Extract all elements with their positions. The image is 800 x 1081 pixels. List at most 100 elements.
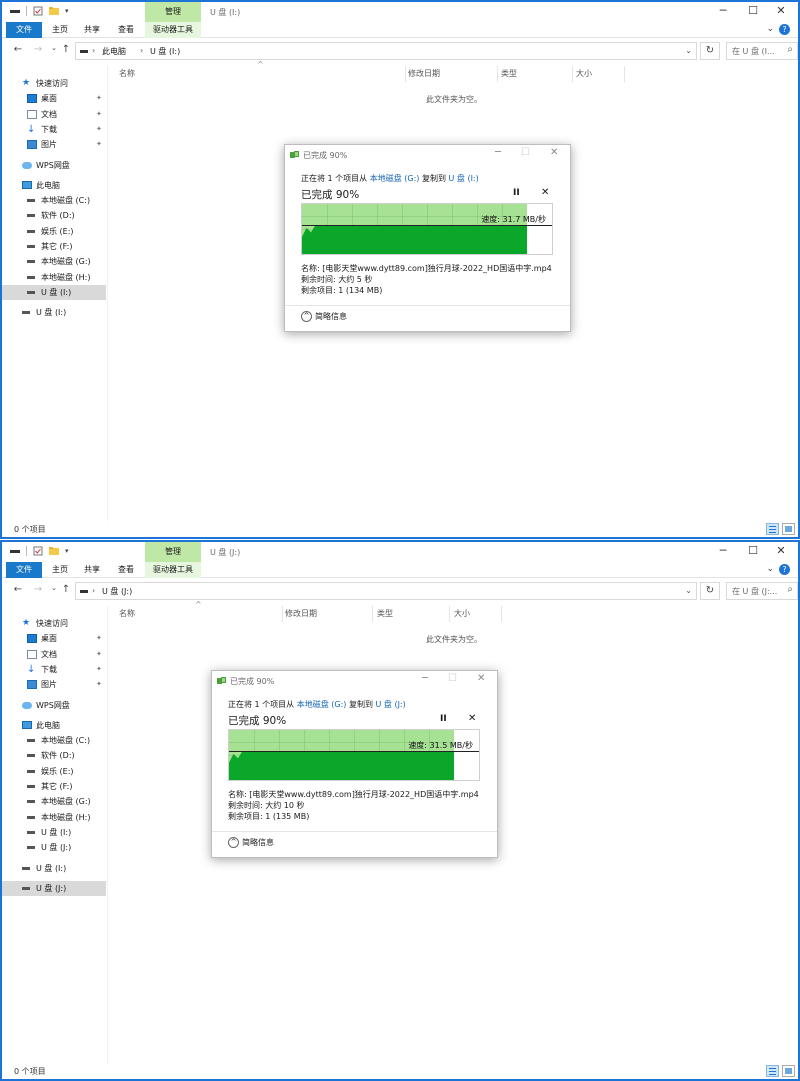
- column-header[interactable]: 名称: [119, 606, 135, 622]
- dialog-minimize-icon[interactable]: ─: [422, 673, 428, 684]
- sidebar-item[interactable]: 本地磁盘 (C:): [2, 733, 106, 748]
- column-header[interactable]: 类型: [501, 66, 517, 82]
- column-header[interactable]: 大小: [454, 606, 470, 622]
- destination-link[interactable]: U 盘 (J:): [376, 700, 406, 709]
- search-input[interactable]: 在 U 盘 (I... ⌕: [726, 42, 798, 60]
- help-icon[interactable]: ?: [779, 564, 790, 575]
- sidebar-item[interactable]: 桌面 ✦: [2, 91, 106, 106]
- breadcrumb-chevron-icon[interactable]: ›: [92, 46, 95, 55]
- sidebar-item[interactable]: 其它 (F:): [2, 239, 106, 254]
- column-divider[interactable]: [572, 66, 573, 82]
- sidebar-item[interactable]: 本地磁盘 (H:): [2, 270, 106, 285]
- column-header[interactable]: 修改日期: [285, 606, 317, 622]
- sidebar-item[interactable]: U 盘 (I:): [2, 284, 106, 300]
- source-link[interactable]: 本地磁盘 (G:): [370, 174, 420, 183]
- address-bar[interactable]: › 此电脑 › U 盘 (I:) ⌄: [75, 42, 697, 60]
- back-arrow-icon[interactable]: ←: [12, 584, 24, 595]
- sidebar-item[interactable]: ↓ 下载 ✦: [2, 122, 106, 137]
- sidebar-item[interactable]: 软件 (D:): [2, 208, 106, 223]
- sidebar-item[interactable]: 此电脑: [2, 718, 106, 733]
- drive-icon[interactable]: [10, 6, 20, 16]
- breadcrumb-current[interactable]: U 盘 (J:): [102, 586, 132, 597]
- dialog-close-icon[interactable]: ✕: [550, 147, 558, 158]
- manage-tab-header[interactable]: 管理: [145, 542, 201, 562]
- column-header[interactable]: 修改日期: [408, 66, 440, 82]
- manage-tab-header[interactable]: 管理: [145, 2, 201, 22]
- sidebar-item[interactable]: 图片 ✦: [2, 137, 106, 152]
- up-arrow-icon[interactable]: ↑: [60, 44, 72, 55]
- sidebar-item[interactable]: ★ 快速访问: [2, 76, 106, 91]
- close-icon[interactable]: ✕: [764, 2, 798, 22]
- column-divider[interactable]: [405, 66, 406, 82]
- expand-ribbon-icon[interactable]: ⌄: [766, 24, 774, 34]
- cancel-icon[interactable]: ✕: [541, 187, 549, 198]
- tab-home[interactable]: 主页: [48, 562, 72, 578]
- sidebar-item[interactable]: 文档 ✦: [2, 647, 106, 662]
- minimize-icon[interactable]: ─: [706, 542, 740, 562]
- large-icons-view-icon[interactable]: [782, 523, 795, 535]
- tab-drive-tools[interactable]: 驱动器工具: [145, 22, 201, 38]
- fewer-details-button[interactable]: ^ 简略信息: [301, 311, 347, 322]
- dialog-maximize-icon[interactable]: ☐: [521, 147, 530, 158]
- details-view-icon[interactable]: [766, 523, 779, 535]
- sidebar-item[interactable]: 桌面 ✦: [2, 631, 106, 646]
- sidebar-item[interactable]: 本地磁盘 (C:): [2, 193, 106, 208]
- sidebar-item[interactable]: ★ 快速访问: [2, 616, 106, 631]
- tab-share[interactable]: 共享: [80, 562, 104, 578]
- properties-icon[interactable]: [33, 546, 43, 556]
- dialog-minimize-icon[interactable]: ─: [495, 147, 501, 158]
- pause-icon[interactable]: II: [513, 188, 520, 198]
- tab-share[interactable]: 共享: [80, 22, 104, 38]
- expand-ribbon-icon[interactable]: ⌄: [766, 564, 774, 574]
- back-arrow-icon[interactable]: ←: [12, 44, 24, 55]
- column-divider[interactable]: [449, 606, 450, 622]
- large-icons-view-icon[interactable]: [782, 1065, 795, 1077]
- breadcrumb-this-pc[interactable]: 此电脑: [102, 46, 126, 57]
- sidebar-item[interactable]: 娱乐 (E:): [2, 764, 106, 779]
- sidebar-item[interactable]: 文档 ✦: [2, 107, 106, 122]
- cancel-icon[interactable]: ✕: [468, 713, 476, 724]
- address-bar[interactable]: › U 盘 (J:) ⌄: [75, 582, 697, 600]
- forward-arrow-icon[interactable]: →: [32, 44, 44, 55]
- column-divider[interactable]: [497, 66, 498, 82]
- pause-icon[interactable]: II: [440, 714, 447, 724]
- sidebar-item[interactable]: 图片 ✦: [2, 677, 106, 692]
- breadcrumb-current[interactable]: U 盘 (I:): [150, 46, 180, 57]
- sidebar-item[interactable]: 娱乐 (E:): [2, 224, 106, 239]
- details-view-icon[interactable]: [766, 1065, 779, 1077]
- tab-file[interactable]: 文件: [6, 562, 42, 578]
- column-divider[interactable]: [372, 606, 373, 622]
- column-divider[interactable]: [624, 66, 625, 82]
- address-dropdown-icon[interactable]: ⌄: [685, 586, 692, 595]
- sidebar-item[interactable]: U 盘 (I:): [2, 861, 106, 876]
- sidebar-item[interactable]: 此电脑: [2, 178, 106, 193]
- search-icon[interactable]: ⌕: [787, 584, 793, 595]
- sidebar-item[interactable]: 其它 (F:): [2, 779, 106, 794]
- column-header[interactable]: 类型: [377, 606, 393, 622]
- refresh-icon[interactable]: ↻: [700, 582, 720, 600]
- dialog-maximize-icon[interactable]: ☐: [448, 673, 457, 684]
- up-arrow-icon[interactable]: ↑: [60, 584, 72, 595]
- new-folder-icon[interactable]: [49, 546, 59, 556]
- refresh-icon[interactable]: ↻: [700, 42, 720, 60]
- tab-view[interactable]: 查看: [114, 22, 138, 38]
- search-input[interactable]: 在 U 盘 (J:... ⌕: [726, 582, 798, 600]
- close-icon[interactable]: ✕: [764, 542, 798, 562]
- properties-icon[interactable]: [33, 6, 43, 16]
- breadcrumb-chevron-icon[interactable]: ›: [92, 586, 95, 595]
- tab-view[interactable]: 查看: [114, 562, 138, 578]
- recent-dropdown-icon[interactable]: ⌄: [48, 584, 60, 592]
- sidebar-item[interactable]: U 盘 (I:): [2, 305, 106, 320]
- source-link[interactable]: 本地磁盘 (G:): [297, 700, 347, 709]
- sidebar-item[interactable]: WPS网盘: [2, 698, 106, 713]
- customize-dropdown-icon[interactable]: ▾: [65, 546, 75, 556]
- sidebar-item[interactable]: 软件 (D:): [2, 748, 106, 763]
- minimize-icon[interactable]: ─: [706, 2, 740, 22]
- tab-home[interactable]: 主页: [48, 22, 72, 38]
- column-header[interactable]: 大小: [576, 66, 592, 82]
- breadcrumb-chevron-icon[interactable]: ›: [140, 46, 143, 55]
- tab-file[interactable]: 文件: [6, 22, 42, 38]
- address-dropdown-icon[interactable]: ⌄: [685, 46, 692, 55]
- search-icon[interactable]: ⌕: [787, 44, 793, 55]
- sidebar-item[interactable]: 本地磁盘 (G:): [2, 794, 106, 809]
